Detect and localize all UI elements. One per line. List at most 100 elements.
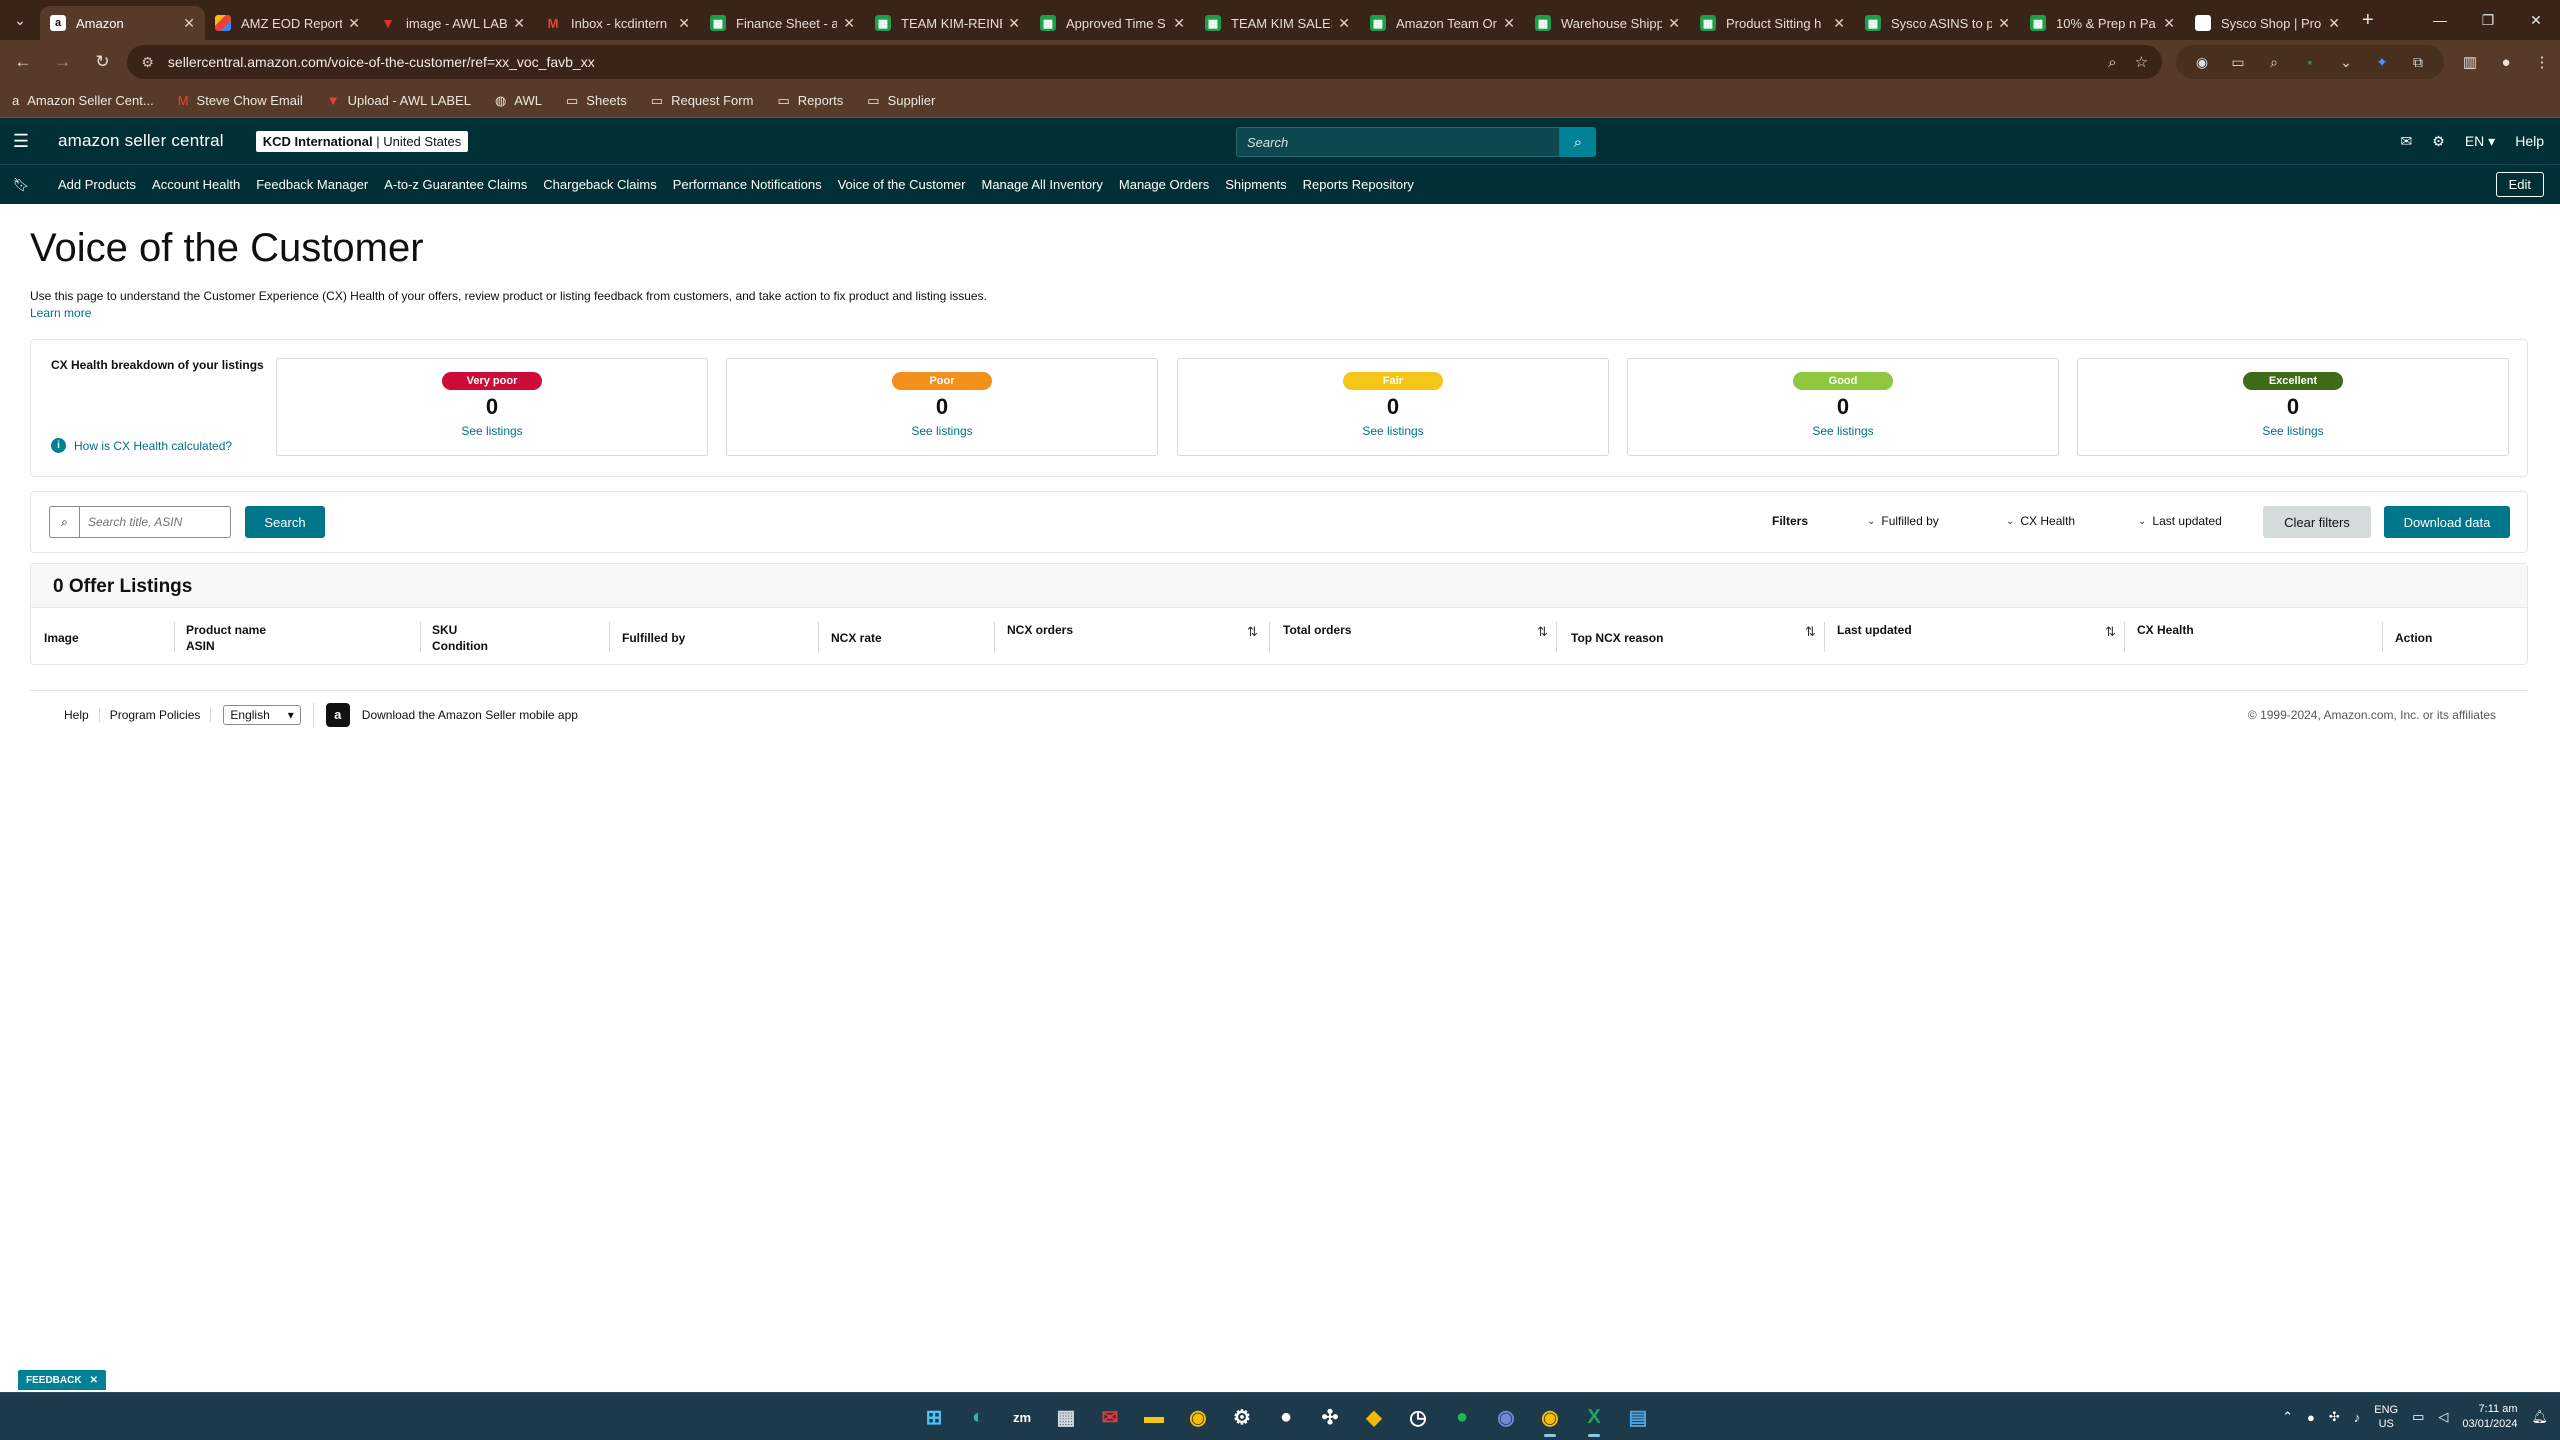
github-icon[interactable]: ●	[1264, 1395, 1308, 1439]
back-icon[interactable]: ←	[6, 45, 40, 79]
edge-icon[interactable]: ◐	[956, 1395, 1000, 1439]
browser-tab[interactable]: ▦ Amazon Team Or ✕	[1360, 6, 1525, 40]
search-button[interactable]: Search	[245, 506, 325, 538]
sort-icon[interactable]: ⇅	[1247, 624, 1258, 640]
close-tab-icon[interactable]: ✕	[1833, 15, 1845, 32]
nav-link[interactable]: Feedback Manager	[256, 177, 368, 192]
footer-language-select[interactable]: English ▾	[223, 704, 301, 725]
network-icon[interactable]: ▭	[2412, 1409, 2424, 1425]
footer-help-link[interactable]: Help	[64, 707, 100, 722]
forward-icon[interactable]: →	[46, 45, 80, 79]
column-header[interactable]: NCX orders	[1007, 622, 1073, 638]
excel-icon[interactable]: X	[1572, 1395, 1616, 1439]
last-updated-dropdown[interactable]: ⌄ Last updated	[2138, 514, 2222, 528]
volume-icon[interactable]: ◁	[2438, 1409, 2448, 1425]
nav-link[interactable]: Manage Orders	[1119, 177, 1209, 192]
fulfilled-by-dropdown[interactable]: ⌄ Fulfilled by	[1867, 514, 1939, 528]
browser-tab[interactable]: ▦ Sysco ASINS to p ✕	[1855, 6, 2020, 40]
header-search-button[interactable]: ⌕	[1560, 127, 1596, 157]
help-link[interactable]: Help	[2515, 133, 2544, 149]
see-listings-link[interactable]: See listings	[1812, 424, 1873, 438]
close-tab-icon[interactable]: ✕	[678, 15, 690, 32]
clock-app-icon[interactable]: ◷	[1396, 1395, 1440, 1439]
cx-health-help-link[interactable]: i How is CX Health calculated?	[51, 438, 232, 453]
clock[interactable]: 7:11 am 03/01/2024	[2462, 1402, 2517, 1432]
sort-icon[interactable]: ⇅	[2105, 624, 2116, 640]
blue-extension-icon[interactable]: ✦	[2364, 54, 2400, 71]
settings-gear-icon[interactable]: ⚙	[2432, 133, 2445, 150]
bookmark-icon[interactable]: 🔖︎	[0, 177, 42, 193]
header-search-input[interactable]: Search	[1236, 127, 1560, 157]
browser-tab[interactable]: ▦ TEAM KIM-REINE ✕	[865, 6, 1030, 40]
restore-icon[interactable]: ❐	[2464, 0, 2512, 40]
browser-tab[interactable]: ▦ Warehouse Shipp ✕	[1525, 6, 1690, 40]
bookmark-item[interactable]: ◍ AWL	[495, 93, 542, 109]
close-window-icon[interactable]: ✕	[2512, 0, 2560, 40]
dash-extension-icon[interactable]: ⌄	[2328, 54, 2364, 71]
omnibox[interactable]: ⚙ sellercentral.amazon.com/voice-of-the-…	[127, 45, 2163, 79]
account-switcher[interactable]: KCD International | United States	[255, 130, 469, 152]
feedback-tab[interactable]: FEEDBACK ✕	[18, 1370, 106, 1390]
tray-chevron-icon[interactable]: ⌃	[2282, 1409, 2293, 1425]
nav-link[interactable]: Chargeback Claims	[543, 177, 656, 192]
browser-tab[interactable]: AMZ EOD Report ✕	[205, 6, 370, 40]
download-data-button[interactable]: Download data	[2384, 506, 2510, 538]
bookmark-item[interactable]: ▼ Upload - AWL LABEL	[327, 93, 471, 108]
learn-more-link[interactable]: Learn more	[30, 306, 91, 320]
close-tab-icon[interactable]: ✕	[1668, 15, 1680, 32]
windows-start-icon[interactable]: ⊞	[912, 1395, 956, 1439]
close-tab-icon[interactable]: ✕	[2328, 15, 2340, 32]
app-icon[interactable]: ✣	[1308, 1395, 1352, 1439]
bookmark-item[interactable]: ▭ Sheets	[566, 93, 627, 109]
browser-tab[interactable]: ▦ Approved Time S ✕	[1030, 6, 1195, 40]
nav-link[interactable]: Add Products	[58, 177, 136, 192]
profile-icon[interactable]: ●	[2488, 54, 2524, 71]
seller-central-logo[interactable]: amazon seller central	[58, 131, 224, 151]
binance-icon[interactable]: ◆	[1352, 1395, 1396, 1439]
chrome-profile-icon[interactable]: ◉	[1528, 1395, 1572, 1439]
close-tab-icon[interactable]: ✕	[2163, 15, 2175, 32]
see-listings-link[interactable]: See listings	[461, 424, 522, 438]
bookmark-item[interactable]: M Steve Chow Email	[178, 93, 303, 108]
close-tab-icon[interactable]: ✕	[1998, 15, 2010, 32]
file-explorer-icon[interactable]: ▬	[1132, 1395, 1176, 1439]
zoom-icon[interactable]: zm	[1000, 1395, 1044, 1439]
mail-icon[interactable]: ✉	[2401, 133, 2413, 150]
close-tab-icon[interactable]: ✕	[1008, 15, 1020, 32]
browser-menu-icon[interactable]: ⋮	[2524, 53, 2560, 71]
sort-icon[interactable]: ⇅	[1805, 624, 1816, 640]
bookmark-item[interactable]: ▭ Request Form	[651, 93, 754, 109]
browser-tab[interactable]: M Inbox - kcdintern ✕	[535, 6, 700, 40]
spotify-icon[interactable]: ●	[1440, 1395, 1484, 1439]
chrome-icon[interactable]: ◉	[1176, 1395, 1220, 1439]
clear-filters-button[interactable]: Clear filters	[2263, 506, 2371, 538]
close-tab-icon[interactable]: ✕	[1173, 15, 1185, 32]
nav-link[interactable]: Manage All Inventory	[981, 177, 1102, 192]
nav-link[interactable]: Account Health	[152, 177, 240, 192]
url-text[interactable]: sellercentral.amazon.com/voice-of-the-cu…	[168, 54, 2090, 70]
edit-nav-button[interactable]: Edit	[2495, 172, 2544, 197]
calculator-icon[interactable]: ▦	[1044, 1395, 1088, 1439]
bookmark-item[interactable]: a Amazon Seller Cent...	[12, 93, 154, 108]
notification-bell-icon[interactable]: 🔔︎	[2531, 1409, 2548, 1425]
nav-link[interactable]: Voice of the Customer	[838, 177, 966, 192]
steam-icon[interactable]: ⚙	[1220, 1395, 1264, 1439]
column-header[interactable]: Total orders	[1283, 622, 1351, 638]
close-icon[interactable]: ✕	[90, 1375, 98, 1386]
site-info-icon[interactable]: ⚙	[141, 54, 154, 71]
close-tab-icon[interactable]: ✕	[1503, 15, 1515, 32]
side-panel-icon[interactable]: ▥	[2452, 53, 2488, 71]
search-extension-icon[interactable]: ⌕	[2256, 54, 2292, 71]
language-selector[interactable]: EN ▾	[2465, 133, 2495, 150]
close-tab-icon[interactable]: ✕	[348, 15, 360, 32]
bookmark-item[interactable]: ▭ Supplier	[867, 93, 935, 109]
browser-tab[interactable]: Sysco Shop | Pro ✕	[2185, 6, 2350, 40]
browser-tab[interactable]: a Amazon ✕	[40, 6, 205, 40]
mail-app-icon[interactable]: ✉	[1088, 1395, 1132, 1439]
column-header[interactable]: CX Health	[2137, 622, 2194, 638]
browser-tab[interactable]: ▦ Finance Sheet - a ✕	[700, 6, 865, 40]
see-listings-link[interactable]: See listings	[911, 424, 972, 438]
new-tab-button[interactable]: +	[2362, 9, 2374, 32]
reload-icon[interactable]: ↻	[86, 45, 120, 79]
close-tab-icon[interactable]: ✕	[513, 15, 525, 32]
